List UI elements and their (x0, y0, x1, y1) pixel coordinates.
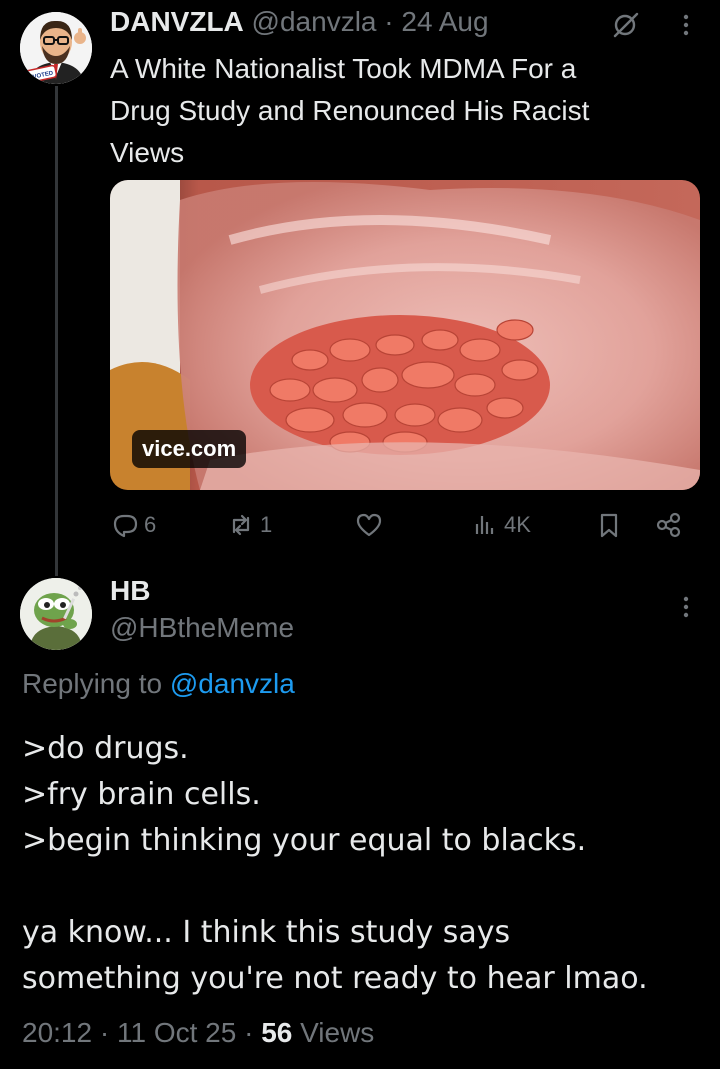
user-handle[interactable]: @danvzla (252, 6, 377, 37)
tweet-text-line: Views (110, 137, 185, 168)
display-name[interactable]: DANVZLA (110, 6, 244, 37)
repost-count: 1 (260, 512, 273, 537)
display-name[interactable]: HB (110, 575, 150, 607)
heart-icon (356, 513, 382, 537)
bookmark-button[interactable] (594, 505, 624, 545)
separator-dot: · (244, 1017, 254, 1048)
tweet-text-line: Drug Study and Renounced His Racist (110, 95, 590, 126)
views-bar-chart-icon (475, 516, 494, 534)
reply-count: 6 (144, 512, 157, 537)
tweet-text-line: >fry brain cells. (22, 777, 261, 812)
replying-to-handle-link[interactable]: @danvzla (170, 668, 295, 699)
separator-dot: · (99, 1017, 110, 1048)
tweet-text-line: >do drugs. (22, 731, 189, 766)
tweet-text-line: ya know... I think this study says (22, 915, 511, 950)
grok-icon[interactable] (610, 10, 640, 40)
bookmark-icon (600, 513, 618, 538)
tweet-actions-bar: 6 1 4K (110, 505, 700, 545)
tweet-text-line: something you're not ready to hear lmao. (22, 961, 648, 996)
tweet-date[interactable]: 11 Oct 25 (117, 1017, 236, 1048)
avatar-danvzla[interactable]: I VOTED (20, 12, 92, 84)
tweet-text: A White Nationalist Took MDMA For a Drug… (110, 48, 690, 174)
views-button[interactable]: 4K (470, 505, 531, 545)
views-label: Views (300, 1017, 375, 1048)
user-handle[interactable]: @HBtheMeme (110, 612, 294, 644)
like-button[interactable] (354, 505, 384, 545)
replying-to: Replying to @danvzla (22, 668, 295, 700)
share-button[interactable] (654, 505, 684, 545)
views-count: 56 (261, 1017, 293, 1048)
tweet-text-line: A White Nationalist Took MDMA For a (110, 53, 577, 84)
thread-connector-line (55, 86, 58, 576)
separator-dot: · (384, 6, 394, 37)
tweet-date[interactable]: 24 Aug (401, 6, 488, 37)
views-count: 4K (504, 512, 531, 537)
more-icon[interactable] (676, 10, 696, 40)
repost-icon (232, 514, 250, 536)
repost-button[interactable]: 1 (226, 505, 272, 545)
share-icon (656, 512, 681, 538)
tweet-text-line: >begin thinking your equal to blacks. (22, 823, 587, 858)
tweet-time[interactable]: 20:12 (22, 1017, 92, 1048)
link-source-label[interactable]: vice.com (132, 430, 247, 468)
reply-button[interactable]: 6 (110, 505, 156, 545)
avatar-hb[interactable] (20, 578, 92, 650)
tweet-meta: 20:12 · 11 Oct 25 · 56 Views (22, 1017, 374, 1049)
more-icon[interactable] (676, 592, 696, 622)
reply-icon (113, 514, 138, 538)
tweet-text: >do drugs. >fry brain cells. >begin thin… (22, 726, 702, 1002)
replying-to-label: Replying to (22, 668, 163, 699)
